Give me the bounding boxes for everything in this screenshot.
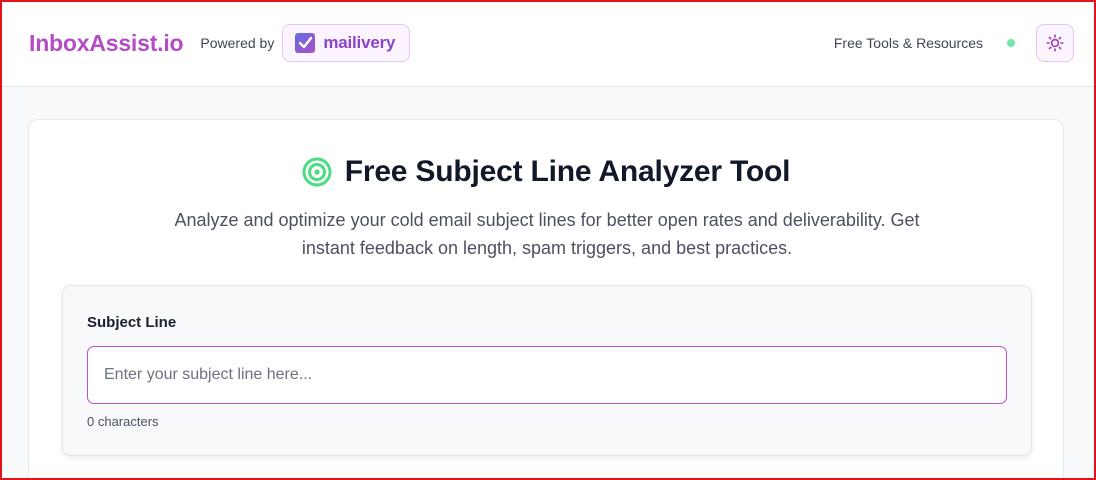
subject-form: Subject Line 0 characters bbox=[62, 285, 1032, 456]
subject-line-label: Subject Line bbox=[87, 314, 177, 331]
mailivery-logo-icon bbox=[295, 33, 316, 53]
analyzer-card: Free Subject Line Analyzer Tool Analyze … bbox=[28, 119, 1064, 480]
page-title: Free Subject Line Analyzer Tool bbox=[344, 155, 791, 188]
status-dot bbox=[1007, 39, 1015, 47]
top-nav: InboxAssist.io Powered by mailivery Free… bbox=[0, 0, 1096, 87]
mailivery-label: mailivery bbox=[323, 33, 396, 52]
theme-toggle-button[interactable] bbox=[1036, 24, 1074, 62]
title-row: Free Subject Line Analyzer Tool bbox=[29, 155, 1063, 189]
mailivery-badge[interactable]: mailivery bbox=[282, 24, 411, 62]
page-subtitle: Analyze and optimize your cold email sub… bbox=[174, 210, 920, 258]
target-icon bbox=[302, 157, 332, 187]
site-logo[interactable]: InboxAssist.io bbox=[29, 30, 184, 57]
subject-line-input[interactable] bbox=[87, 346, 1007, 404]
powered-by-label: Powered by bbox=[200, 35, 275, 51]
free-tools-link[interactable]: Free Tools & Resources bbox=[834, 35, 983, 51]
character-count: 0 characters bbox=[87, 414, 159, 429]
sun-icon bbox=[1046, 34, 1064, 52]
